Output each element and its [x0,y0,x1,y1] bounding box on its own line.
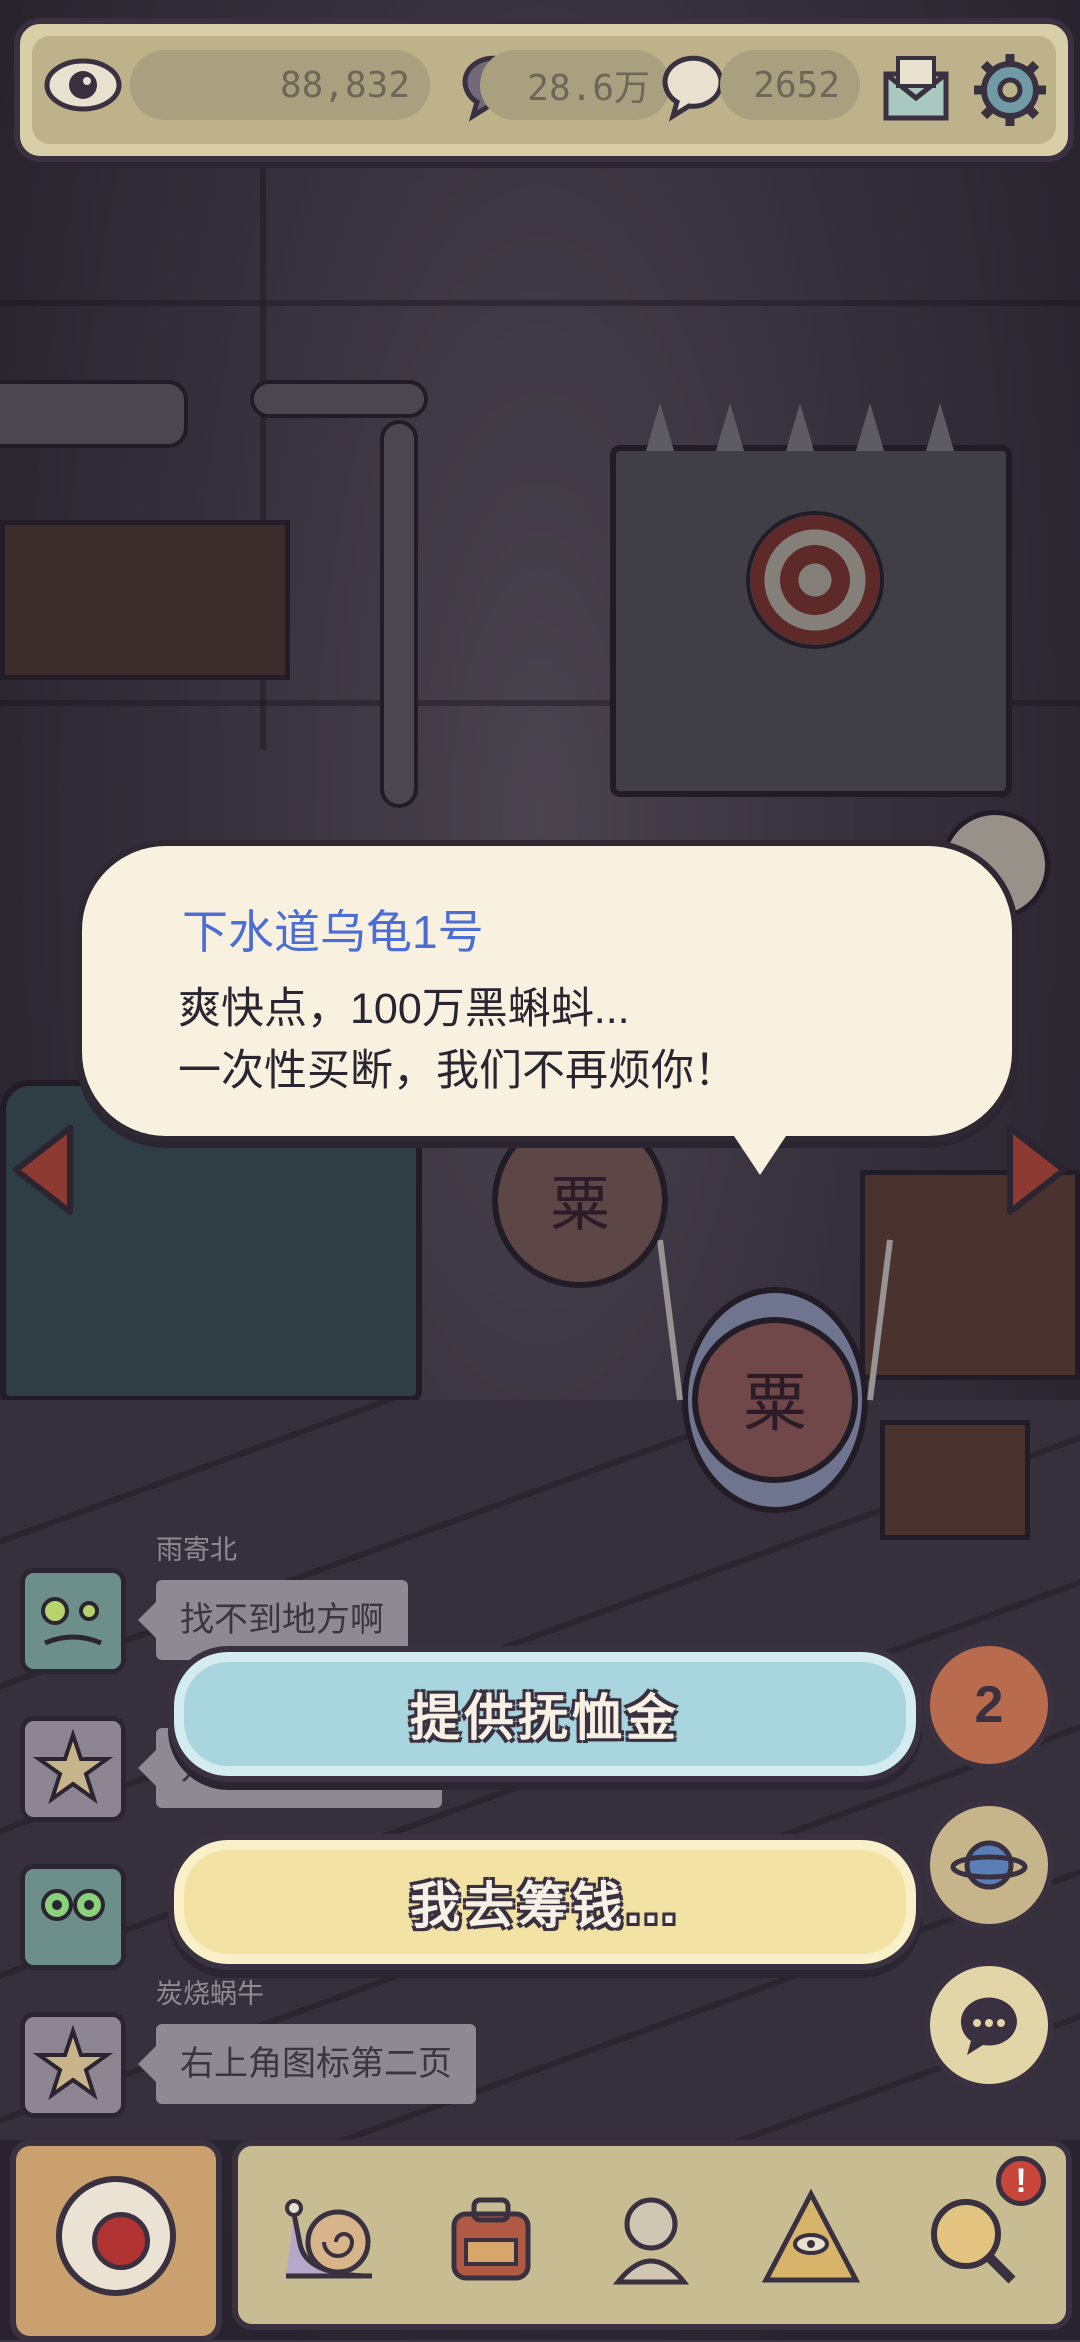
top-stats-bar: 88,832 28.6万 2652 [14,18,1074,162]
speaker-name: 下水道乌龟1号 [182,906,484,958]
views-count: 88,832 [130,50,430,120]
badge-count: 2 [974,1676,1004,1734]
avatar [20,1716,126,1822]
record-icon [56,2176,176,2296]
zombie-avatar-icon [25,1573,121,1669]
chat-username: 炭烧蜗牛 [156,1979,264,2009]
frog-avatar-icon [25,1869,121,1965]
dialog-line-2: 一次性买断，我们不再烦你！ [178,1047,737,1095]
star-avatar-icon [25,1721,121,1817]
bust-icon [612,2197,690,2285]
tab-search[interactable]: ! [906,2156,1046,2304]
chat-message: 右上角图标第二页 [138,2024,476,2104]
dialog-bubble: 下水道乌龟1号 爽快点，100万黑蝌蚪... 一次性买断，我们不再烦你！ [76,840,1018,1142]
right-arrow-icon[interactable] [1002,1120,1072,1220]
provide-compensation-button[interactable]: 提供抚恤金 [168,1646,922,1782]
tab-snail[interactable] [266,2174,396,2304]
dialog-bubble-tail [720,1115,800,1175]
dialog-line-1: 爽快点，100万黑蝌蚪... [178,985,630,1033]
messages-count: 28.6万 [480,50,670,120]
chat-username: 雨寄北 [156,1535,237,1565]
avatar [20,2012,126,2118]
record-button[interactable] [10,2140,222,2342]
pyramid-eye-icon [761,2188,861,2283]
eye-icon [44,58,122,112]
raise-money-button[interactable]: 我去筹钱... [168,1834,922,1970]
page-badge-button[interactable]: 2 [924,1640,1054,1770]
avatar [20,1864,126,1970]
star-avatar-icon [25,2017,121,2113]
avatar [20,1568,126,1674]
chat-icon [960,1997,1017,2055]
chat-button[interactable] [924,1960,1054,2090]
planet-button[interactable] [924,1800,1054,1930]
chat-item[interactable]: 炭烧蜗牛 右上角图标第二页 [20,1979,560,2124]
planet-icon [950,1840,1028,1890]
comments-count: 2652 [720,50,860,120]
mail-icon[interactable] [880,54,952,124]
gear-icon[interactable] [970,50,1050,130]
tab-pyramid[interactable] [746,2174,876,2304]
alert-badge: ! [996,2156,1046,2206]
snail-icon [285,2199,373,2279]
tab-bust[interactable] [586,2174,716,2304]
tab-backpack[interactable] [426,2174,556,2304]
bottom-nav-bar: ! [232,2140,1072,2330]
backpack-icon [451,2197,531,2281]
left-arrow-icon[interactable] [8,1120,78,1220]
